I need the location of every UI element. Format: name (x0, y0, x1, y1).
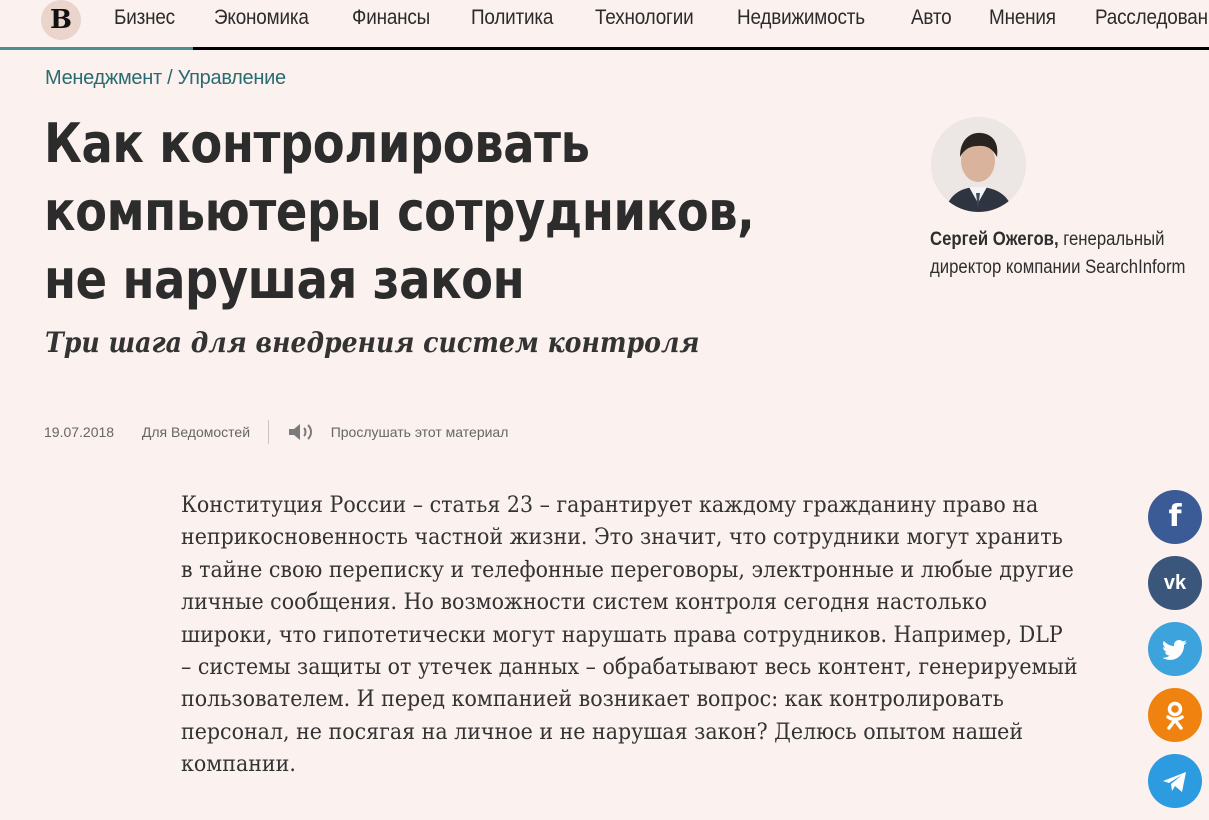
nav-item-economy: Экономика (214, 6, 319, 30)
article-title: Как контролировать компьютеры сотруднико… (44, 112, 755, 311)
nav-link-finance[interactable]: Финансы (352, 6, 430, 30)
publish-date: 19.07.2018 (44, 424, 115, 440)
nav-item-opinions: Мнения (989, 6, 1063, 30)
article-meta: 19.07.2018 Для Ведомостей Прослушать это… (44, 420, 508, 444)
article-rubric[interactable]: Менеджмент / Управление (45, 67, 286, 90)
odnoklassniki-share-button[interactable] (1148, 688, 1202, 742)
nav-link-auto[interactable]: Авто (911, 6, 952, 30)
twitter-icon (1162, 640, 1187, 661)
author-photo-icon (931, 117, 1026, 212)
vk-share-button[interactable]: vk (1148, 556, 1202, 610)
nav-item-technology: Технологии (595, 6, 704, 30)
vk-icon: vk (1163, 572, 1187, 594)
speaker-icon (287, 421, 317, 443)
nav-link-business[interactable]: Бизнес (114, 6, 175, 30)
listen-label: Прослушать этот материал (330, 424, 509, 440)
nav-item-business: Бизнес (114, 6, 182, 30)
active-section-underline (0, 47, 193, 50)
facebook-share-button[interactable]: f (1148, 490, 1202, 544)
nav-item-realty: Недвижимость (737, 6, 879, 30)
top-navigation: В Бизнес Экономика Финансы Политика Техн… (0, 0, 1209, 50)
vedomosti-logo[interactable]: В (41, 0, 81, 40)
facebook-icon: f (1168, 499, 1182, 534)
nav-link-politics[interactable]: Политика (471, 6, 553, 30)
meta-divider (267, 420, 269, 444)
author-info: Сергей Ожегов, генеральный директор комп… (930, 226, 1194, 282)
telegram-share-button[interactable] (1148, 754, 1202, 808)
article-subtitle: Три шага для внедрения систем контроля (45, 326, 700, 359)
nav-item-finance: Финансы (352, 6, 439, 30)
nav-link-realty[interactable]: Недвижимость (737, 6, 865, 30)
author-role-line2: директор компании SearchInform (930, 257, 1186, 278)
article-source: Для Ведомостей (141, 424, 251, 440)
section-nav: Бизнес Экономика Финансы Политика Технол… (114, 6, 1209, 30)
nav-item-auto: Авто (911, 6, 956, 30)
listen-button[interactable]: Прослушать этот материал (287, 423, 509, 440)
telegram-icon (1163, 772, 1186, 793)
nav-item-politics: Политика (471, 6, 562, 30)
nav-link-technology[interactable]: Технологии (595, 6, 694, 30)
nav-link-opinions[interactable]: Мнения (989, 6, 1056, 30)
nav-item-investigations: Расследования (1095, 6, 1209, 30)
share-buttons: f vk (1148, 490, 1202, 820)
author-avatar (931, 117, 1026, 212)
article-body: Конституция России – статья 23 – гаранти… (181, 493, 1078, 778)
author-role-line1: генеральный (1063, 229, 1165, 250)
odnoklassniki-icon (1166, 701, 1184, 730)
author-name[interactable]: Сергей Ожегов, (930, 229, 1059, 250)
nav-link-economy[interactable]: Экономика (214, 6, 309, 30)
nav-link-investigations[interactable]: Расследования (1095, 6, 1209, 30)
twitter-share-button[interactable] (1148, 622, 1202, 676)
